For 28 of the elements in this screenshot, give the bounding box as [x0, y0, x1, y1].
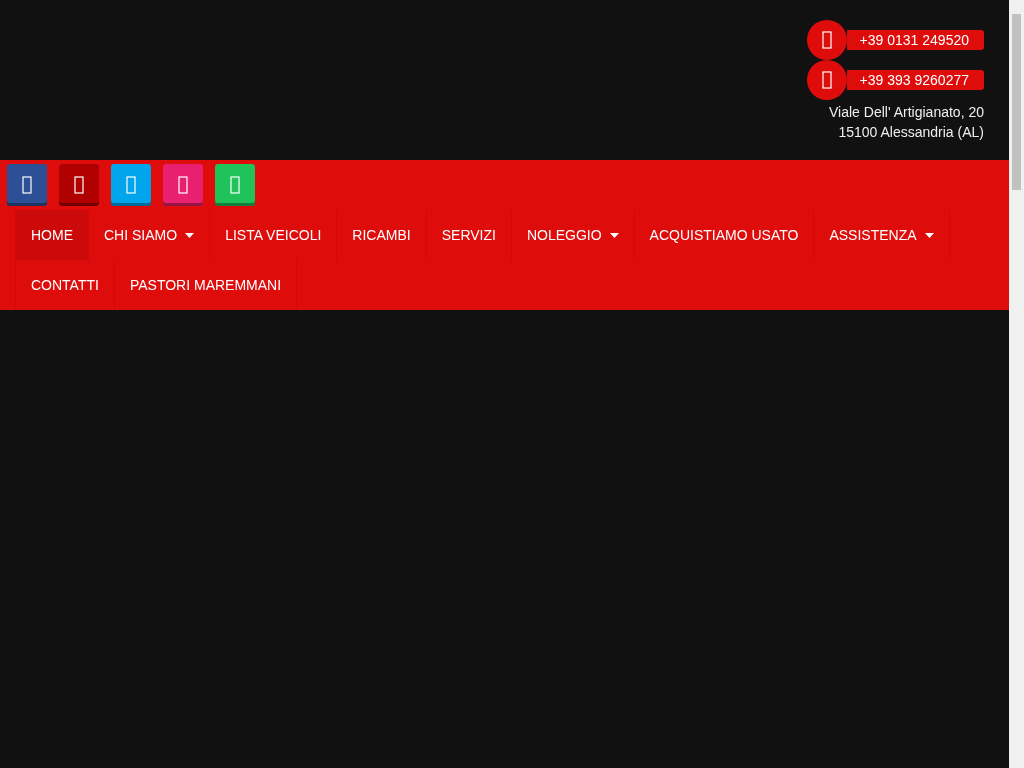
- scrollbar[interactable]: [1009, 0, 1024, 768]
- social-button[interactable]: [59, 164, 99, 206]
- glyph-box-icon: [126, 176, 136, 194]
- nav-link[interactable]: ASSISTENZA: [814, 210, 950, 260]
- nav-link[interactable]: CONTATTI: [15, 260, 115, 310]
- glyph-box-icon: [22, 176, 32, 194]
- address-line: Viale Dell' Artigianato, 20: [829, 103, 984, 122]
- phone-label[interactable]: +39 393 9260277: [847, 70, 984, 90]
- glyph-box-icon: [822, 31, 832, 49]
- social-button[interactable]: [7, 164, 47, 206]
- social-button[interactable]: [111, 164, 151, 206]
- glyph-box-icon: [230, 176, 240, 194]
- glyph-box-icon: [74, 176, 84, 194]
- nav-link[interactable]: LISTA VEICOLI: [210, 210, 338, 260]
- nav-link[interactable]: RICAMBI: [337, 210, 427, 260]
- scrollbar-thumb[interactable]: [1012, 14, 1021, 190]
- social-button[interactable]: [215, 164, 255, 206]
- address-line: 15100 Alessandria (AL): [838, 123, 984, 142]
- glyph-box-icon: [822, 71, 832, 89]
- nav-link[interactable]: SERVIZI: [426, 210, 512, 260]
- nav-link[interactable]: PASTORI MAREMMANI: [114, 260, 298, 310]
- glyph-box-icon: [178, 176, 188, 194]
- phone-label[interactable]: +39 0131 249520: [847, 30, 984, 50]
- nav-link[interactable]: ACQUISTIAMO USATO: [634, 210, 815, 260]
- social-button[interactable]: [163, 164, 203, 206]
- nav-link[interactable]: CHI SIAMO: [89, 210, 211, 260]
- nav-link[interactable]: HOME: [15, 210, 89, 260]
- nav-link[interactable]: NOLEGGIO: [511, 210, 635, 260]
